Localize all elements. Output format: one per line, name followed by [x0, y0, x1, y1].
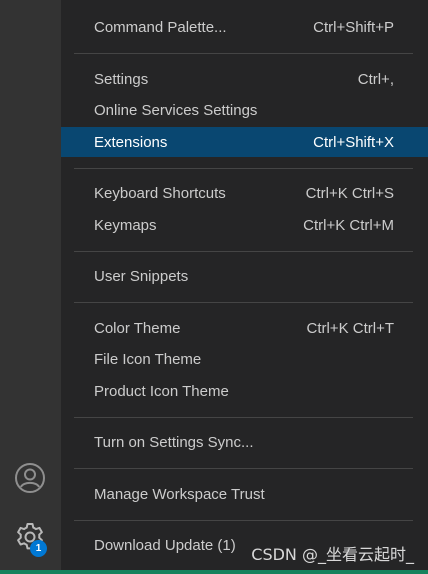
menu-item-color-theme[interactable]: Color Theme Ctrl+K Ctrl+T [61, 313, 428, 343]
vscode-window: 1 Command Palette... Ctrl+Shift+P Settin… [0, 0, 428, 574]
menu-item-keymaps[interactable]: Keymaps Ctrl+K Ctrl+M [61, 210, 428, 240]
menu-item-settings[interactable]: Settings Ctrl+, [61, 64, 428, 94]
menu-item-label: Manage Workspace Trust [94, 485, 265, 503]
menu-item-label: File Icon Theme [94, 350, 202, 368]
menu-separator [74, 468, 413, 469]
menu-item-label: Turn on Settings Sync... [94, 433, 254, 451]
manage-menu: Command Palette... Ctrl+Shift+P Settings… [61, 0, 428, 574]
menu-item-label: Color Theme [94, 319, 181, 337]
menu-item-file-icon-theme[interactable]: File Icon Theme [61, 344, 428, 374]
menu-item-user-snippets[interactable]: User Snippets [61, 261, 428, 291]
menu-item-shortcut: Ctrl+K Ctrl+T [306, 319, 394, 337]
menu-item-label: User Snippets [94, 267, 189, 285]
menu-item-label: Command Palette... [94, 18, 227, 36]
menu-separator [74, 251, 413, 252]
menu-item-label: Online Services Settings [94, 101, 258, 119]
menu-item-shortcut: Ctrl+K Ctrl+S [305, 184, 394, 202]
activity-bar: 1 [0, 0, 61, 574]
menu-item-shortcut: Ctrl+, [357, 70, 394, 88]
manage-button[interactable]: 1 [13, 520, 47, 557]
menu-item-label: Product Icon Theme [94, 382, 229, 400]
menu-item-settings-sync[interactable]: Turn on Settings Sync... [61, 427, 428, 457]
menu-item-shortcut: Ctrl+K Ctrl+M [303, 216, 394, 234]
menu-item-keyboard-shortcuts[interactable]: Keyboard Shortcuts Ctrl+K Ctrl+S [61, 178, 428, 208]
menu-item-label: Keyboard Shortcuts [94, 184, 226, 202]
menu-item-label: Download Update (1) [94, 536, 236, 554]
account-icon [15, 463, 45, 493]
menu-separator [74, 302, 413, 303]
menu-separator [74, 417, 413, 418]
watermark: CSDN @_坐看云起时_ [251, 545, 414, 564]
menu-item-label: Keymaps [94, 216, 157, 234]
menu-separator [74, 520, 413, 521]
account-button[interactable] [13, 461, 47, 495]
menu-item-command-palette[interactable]: Command Palette... Ctrl+Shift+P [61, 12, 428, 42]
menu-item-manage-workspace-trust[interactable]: Manage Workspace Trust [61, 479, 428, 509]
menu-item-product-icon-theme[interactable]: Product Icon Theme [61, 376, 428, 406]
menu-item-shortcut: Ctrl+Shift+P [313, 18, 394, 36]
menu-item-online-services-settings[interactable]: Online Services Settings [61, 95, 428, 125]
status-bar [0, 570, 428, 574]
menu-separator [74, 53, 413, 54]
status-bar-left [0, 570, 61, 574]
menu-item-extensions[interactable]: Extensions Ctrl+Shift+X [61, 127, 428, 157]
menu-item-label: Extensions [94, 133, 168, 151]
menu-separator [74, 168, 413, 169]
menu-item-label: Settings [94, 70, 149, 88]
menu-item-shortcut: Ctrl+Shift+X [313, 133, 394, 151]
update-badge: 1 [30, 540, 47, 557]
